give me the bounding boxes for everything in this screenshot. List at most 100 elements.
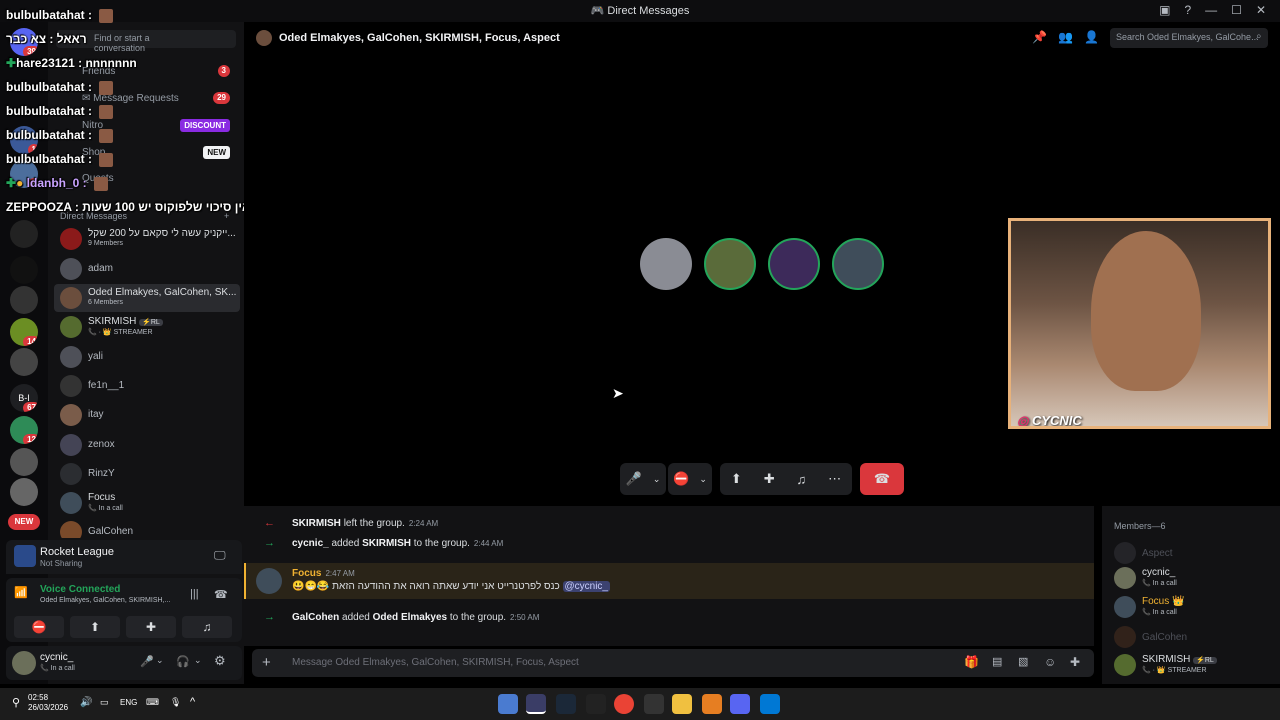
actor[interactable]: GalCohen: [292, 612, 339, 623]
server-icon[interactable]: [10, 478, 38, 506]
dm-item[interactable]: fe1n__1: [54, 372, 240, 400]
discord-taskbar-icon[interactable]: [730, 694, 750, 714]
mic-toggle-button[interactable]: 🎤 ⌄: [620, 463, 666, 495]
server-icon[interactable]: [10, 348, 38, 376]
notepad-icon[interactable]: [498, 694, 518, 714]
help-icon[interactable]: ?: [1184, 3, 1191, 17]
user-avatar[interactable]: [12, 651, 36, 675]
participant-tile[interactable]: [704, 238, 756, 290]
server-icon[interactable]: B-I 67: [10, 384, 38, 412]
share-screen-icon[interactable]: ⬆: [731, 471, 742, 487]
chevron-down-icon[interactable]: ⌄: [699, 474, 707, 485]
chrome-icon[interactable]: [614, 694, 634, 714]
participant-tile[interactable]: [768, 238, 820, 290]
actor[interactable]: cycnic_: [292, 538, 329, 549]
share-screen-button[interactable]: ⬆: [70, 616, 120, 638]
group-name[interactable]: Oded Elmakyes, GalCohen, SKIRMISH, Focus…: [279, 32, 560, 44]
add-attachment-icon[interactable]: +: [262, 654, 271, 671]
audio-options-icon[interactable]: ⌄: [194, 655, 202, 666]
inbox-icon[interactable]: ▣: [1159, 3, 1170, 17]
camera-off-button[interactable]: ⛔: [14, 616, 64, 638]
soundboard-icon[interactable]: ♫: [796, 472, 806, 487]
noise-suppression-icon[interactable]: |||: [190, 588, 199, 600]
dm-item[interactable]: itay: [54, 401, 240, 429]
windows-start-icon[interactable]: [760, 694, 780, 714]
language-indicator[interactable]: ENG: [120, 698, 137, 707]
tray-chevron-icon[interactable]: ^: [190, 696, 195, 708]
headphones-icon[interactable]: 🎧: [176, 655, 190, 668]
target[interactable]: SKIRMISH: [362, 538, 411, 549]
epic-games-icon[interactable]: [644, 694, 664, 714]
mic-tray-icon[interactable]: 🎙: [170, 697, 181, 708]
member-item[interactable]: GalCohen: [1114, 624, 1274, 652]
dm-item[interactable]: zenox: [54, 431, 240, 459]
dm-item[interactable]: GalCohen: [54, 518, 240, 538]
add-friends-icon[interactable]: 👥: [1058, 30, 1073, 44]
dm-item[interactable]: yali: [54, 343, 240, 371]
minimize-button[interactable]: —: [1205, 3, 1217, 17]
dm-item[interactable]: ייקניק עשה לי סקאם על 200 שקל... 9 Member…: [54, 225, 240, 253]
steam-icon[interactable]: [556, 694, 576, 714]
server-icon[interactable]: 12: [10, 416, 38, 444]
camera-toggle-button[interactable]: ⛔ ⌄: [668, 463, 712, 495]
chevron-down-icon[interactable]: ⌄: [653, 474, 661, 485]
dm-item[interactable]: Focus 📞 In a call: [54, 489, 240, 517]
participant-tile[interactable]: [640, 238, 692, 290]
emoji-picker-icon[interactable]: ☺: [1044, 655, 1056, 669]
pin-icon[interactable]: 📌: [1032, 30, 1047, 44]
server-icon[interactable]: [10, 256, 38, 284]
voice-status[interactable]: Voice Connected: [40, 584, 120, 595]
activities-button[interactable]: ✚: [126, 616, 176, 638]
dm-item[interactable]: adam: [54, 255, 240, 283]
rocket-league-taskbar-icon[interactable]: [526, 694, 546, 714]
maximize-button[interactable]: ☐: [1231, 3, 1242, 17]
close-button[interactable]: ✕: [1256, 3, 1266, 17]
activities-icon[interactable]: ✚: [764, 471, 775, 487]
message-composer[interactable]: + Message Oded Elmakyes, GalCohen, SKIRM…: [252, 649, 1094, 677]
actor[interactable]: SKIRMISH: [292, 518, 341, 529]
screen-share-icon[interactable]: 🖵: [214, 548, 226, 563]
volume-icon[interactable]: 🔊: [80, 697, 92, 708]
apps-icon[interactable]: ✚: [1070, 655, 1080, 669]
author[interactable]: Focus: [292, 568, 321, 579]
app-icon[interactable]: [586, 694, 606, 714]
network-icon[interactable]: ▭: [100, 697, 109, 708]
mic-options-icon[interactable]: ⌄: [156, 655, 164, 666]
dm-item[interactable]: Oded Elmakyes, GalCohen, SK... 6 Members: [54, 284, 240, 312]
file-explorer-icon[interactable]: [672, 694, 692, 714]
soundboard-button[interactable]: ♫: [182, 616, 232, 638]
participant-tile[interactable]: [832, 238, 884, 290]
member-item[interactable]: Aspect: [1114, 540, 1274, 568]
author-avatar[interactable]: [256, 568, 282, 594]
server-icon[interactable]: [10, 286, 38, 314]
app-icon[interactable]: [702, 694, 722, 714]
server-icon[interactable]: [10, 220, 38, 248]
mention[interactable]: @cycnic_: [562, 581, 610, 592]
server-icon[interactable]: 14: [10, 318, 38, 346]
dm-item[interactable]: RinzY: [54, 460, 240, 488]
voice-channel[interactable]: Oded Elmakyes, GalCohen, SKIRMISH,...: [40, 597, 170, 604]
more-icon[interactable]: ⋯: [828, 471, 841, 487]
member-item[interactable]: SKIRMISH ⚡RL 📞 · 👑 STREAMER: [1114, 652, 1274, 680]
mic-icon[interactable]: 🎤: [140, 655, 154, 668]
avatar: [60, 492, 82, 514]
wifi-icon[interactable]: ⚲: [12, 696, 20, 709]
target[interactable]: Oded Elmakyes: [373, 612, 447, 623]
gift-icon[interactable]: 🎁: [964, 655, 979, 669]
gif-icon[interactable]: ▤: [992, 655, 1002, 668]
members-list-icon[interactable]: 👤: [1084, 30, 1099, 44]
search-input[interactable]: Search Oded Elmakyes, GalCohe...: [1110, 28, 1268, 48]
member-name-text: SKIRMISH: [1142, 654, 1191, 665]
keyboard-icon[interactable]: ⌨: [146, 697, 159, 708]
new-server-pill[interactable]: NEW: [8, 514, 40, 530]
dm-item[interactable]: SKIRMISH ⚡RL 📞 · 👑 STREAMER: [54, 313, 240, 341]
hang-up-button[interactable]: ☎: [860, 463, 904, 495]
settings-gear-icon[interactable]: ⚙: [214, 653, 226, 669]
member-item[interactable]: cycnic_ 📞 In a call: [1114, 565, 1274, 593]
server-icon[interactable]: [10, 448, 38, 476]
search-placeholder: Search Oded Elmakyes, GalCohe...: [1116, 32, 1259, 42]
sticker-icon[interactable]: ▧: [1018, 655, 1028, 668]
member-item[interactable]: Focus 👑 📞 In a call: [1114, 594, 1274, 622]
disconnect-icon[interactable]: ☎: [214, 588, 228, 601]
clock[interactable]: 02:58 26/03/2026: [28, 693, 68, 713]
